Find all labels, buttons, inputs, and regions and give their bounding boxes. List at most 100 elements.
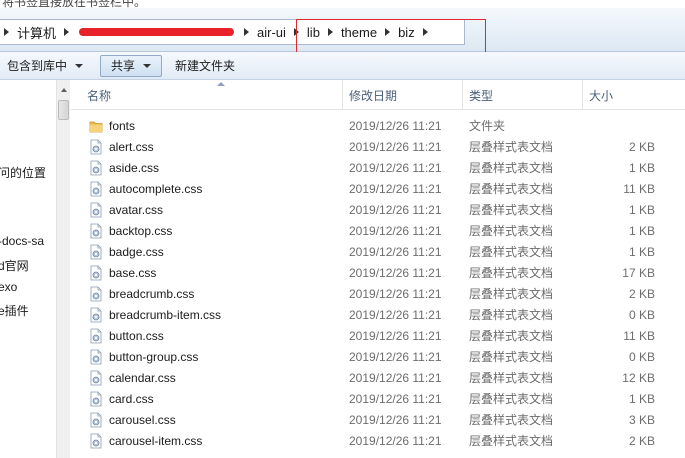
file-row[interactable]: button-group.css 2019/12/26 11:21 层叠样式表文档 0…: [71, 346, 685, 367]
include-in-library-button[interactable]: 包含到库中: [0, 55, 90, 77]
file-type: 层叠样式表文档: [469, 287, 554, 301]
file-size: 17 KB: [622, 265, 655, 280]
share-label: 共享: [111, 59, 136, 73]
file-modified-date: 2019/12/26 11:21: [349, 349, 442, 364]
file-row[interactable]: button.css 2019/12/26 11:21 层叠样式表文档 11 KB: [71, 325, 685, 346]
file-size: 11 KB: [623, 328, 655, 343]
file-modified-date: 2019/12/26 11:21: [349, 139, 442, 154]
file-row[interactable]: breadcrumb.css 2019/12/26 11:21 层叠样式表文档 2 K…: [71, 283, 685, 304]
file-row[interactable]: carousel.css 2019/12/26 11:21 层叠样式表文档 3 KB: [71, 409, 685, 430]
share-button[interactable]: 共享: [100, 54, 163, 77]
command-toolbar: 包含到库中 共享 新建文件夹: [0, 52, 685, 80]
breadcrumb-air-ui[interactable]: air-ui: [253, 20, 290, 44]
column-header-date-label: 修改日期: [349, 88, 398, 103]
chevron-right-icon[interactable]: [64, 28, 70, 36]
nav-item[interactable]: d官网: [0, 257, 29, 274]
file-type: 文件夹: [469, 119, 506, 133]
file-type: 层叠样式表文档: [469, 203, 554, 217]
top-cropped-text-label: 将书签直接放在书签栏中。: [2, 0, 147, 8]
file-modified-date: 2019/12/26 11:21: [349, 202, 442, 217]
file-type: 层叠样式表文档: [469, 266, 554, 280]
file-row[interactable]: avatar.css 2019/12/26 11:21 层叠样式表文档 1 KB: [71, 199, 685, 220]
chevron-right-icon[interactable]: [293, 28, 299, 36]
file-type: 层叠样式表文档: [469, 161, 554, 175]
css-file-icon: [89, 391, 103, 407]
folder-icon: [89, 118, 103, 134]
css-file-icon: [89, 223, 103, 239]
css-file-icon: [89, 181, 103, 197]
new-folder-label: 新建文件夹: [175, 59, 236, 73]
file-list-pane: 名称 修改日期 类型 大小 fonts 2019/12/26 11:21 文件夹 al…: [71, 80, 685, 458]
css-file-icon: [89, 244, 103, 260]
file-row[interactable]: backtop.css 2019/12/26 11:21 层叠样式表文档 1 KB: [71, 220, 685, 241]
breadcrumb-lib[interactable]: lib: [303, 20, 324, 44]
file-row[interactable]: carousel-item.css 2019/12/26 11:21 层叠样式表文档…: [71, 430, 685, 451]
file-size: 2 KB: [628, 286, 655, 301]
file-name: autocomplete.css: [109, 181, 203, 196]
file-name: alert.css: [109, 139, 154, 154]
column-header-size[interactable]: 大小: [583, 80, 685, 110]
breadcrumb-theme[interactable]: theme: [337, 20, 381, 44]
chevron-right-icon[interactable]: [4, 28, 9, 36]
file-name: carousel.css: [109, 412, 176, 427]
file-type: 层叠样式表文档: [469, 392, 554, 406]
file-modified-date: 2019/12/26 11:21: [349, 181, 442, 196]
css-file-icon: [89, 139, 103, 155]
file-type: 层叠样式表文档: [469, 434, 554, 448]
file-size: 0 KB: [628, 349, 655, 364]
chevron-right-icon[interactable]: [422, 28, 428, 36]
css-file-icon: [89, 202, 103, 218]
file-row[interactable]: autocomplete.css 2019/12/26 11:21 层叠样式表文档 1…: [71, 178, 685, 199]
file-row[interactable]: calendar.css 2019/12/26 11:21 层叠样式表文档 12 KB: [71, 367, 685, 388]
address-bar-area: 计算机 air-ui lib theme biz: [0, 8, 685, 59]
css-file-icon: [89, 307, 103, 323]
css-file-icon: [89, 412, 103, 428]
file-size: 1 KB: [628, 223, 655, 238]
file-name: card.css: [109, 391, 154, 406]
file-name: badge.css: [109, 244, 164, 259]
css-file-icon: [89, 349, 103, 365]
file-row[interactable]: card.css 2019/12/26 11:21 层叠样式表文档 1 KB: [71, 388, 685, 409]
address-bar[interactable]: 计算机 air-ui lib theme biz: [0, 19, 465, 45]
scroll-thumb[interactable]: [58, 100, 69, 120]
file-name: avatar.css: [109, 202, 164, 217]
file-type: 层叠样式表文档: [469, 329, 554, 343]
navigation-pane: 问的位置 -docs-sa d官网 exo e插件: [0, 80, 56, 458]
file-size: 11 KB: [623, 181, 655, 196]
column-header-name[interactable]: 名称: [81, 80, 343, 110]
file-row[interactable]: alert.css 2019/12/26 11:21 层叠样式表文档 2 KB: [71, 136, 685, 157]
column-header-row: 名称 修改日期 类型 大小: [71, 80, 685, 110]
file-modified-date: 2019/12/26 11:21: [349, 370, 442, 385]
column-header-date[interactable]: 修改日期: [343, 80, 463, 110]
column-header-type[interactable]: 类型: [463, 80, 583, 110]
chevron-right-icon[interactable]: [327, 28, 333, 36]
css-file-icon: [89, 370, 103, 386]
nav-item[interactable]: exo: [0, 280, 17, 294]
file-type: 层叠样式表文档: [469, 182, 554, 196]
file-row[interactable]: base.css 2019/12/26 11:21 层叠样式表文档 17 KB: [71, 262, 685, 283]
breadcrumb-computer[interactable]: 计算机: [13, 20, 60, 44]
file-modified-date: 2019/12/26 11:21: [349, 160, 442, 175]
file-size: 1 KB: [628, 391, 655, 406]
file-row[interactable]: aside.css 2019/12/26 11:21 层叠样式表文档 1 KB: [71, 157, 685, 178]
file-row[interactable]: fonts 2019/12/26 11:21 文件夹: [71, 115, 685, 136]
chevron-down-icon: [75, 63, 84, 68]
column-header-size-label: 大小: [589, 88, 614, 103]
new-folder-button[interactable]: 新建文件夹: [168, 55, 242, 77]
nav-scrollbar[interactable]: [56, 80, 70, 458]
file-type: 层叠样式表文档: [469, 140, 554, 154]
file-modified-date: 2019/12/26 11:21: [349, 391, 442, 406]
chevron-right-icon[interactable]: [244, 28, 250, 36]
file-row[interactable]: breadcrumb-item.css 2019/12/26 11:21 层叠样式表…: [71, 304, 685, 325]
file-modified-date: 2019/12/26 11:21: [349, 244, 442, 259]
file-size: 1 KB: [628, 202, 655, 217]
file-type: 层叠样式表文档: [469, 371, 554, 385]
nav-item[interactable]: 问的位置: [0, 164, 46, 181]
nav-item[interactable]: e插件: [0, 302, 29, 319]
nav-item[interactable]: -docs-sa: [0, 234, 44, 248]
breadcrumb-biz[interactable]: biz: [394, 20, 419, 44]
scroll-up-arrow-icon[interactable]: [61, 88, 67, 92]
chevron-right-icon[interactable]: [385, 28, 391, 36]
file-row[interactable]: badge.css 2019/12/26 11:21 层叠样式表文档 1 KB: [71, 241, 685, 262]
file-modified-date: 2019/12/26 11:21: [349, 286, 442, 301]
